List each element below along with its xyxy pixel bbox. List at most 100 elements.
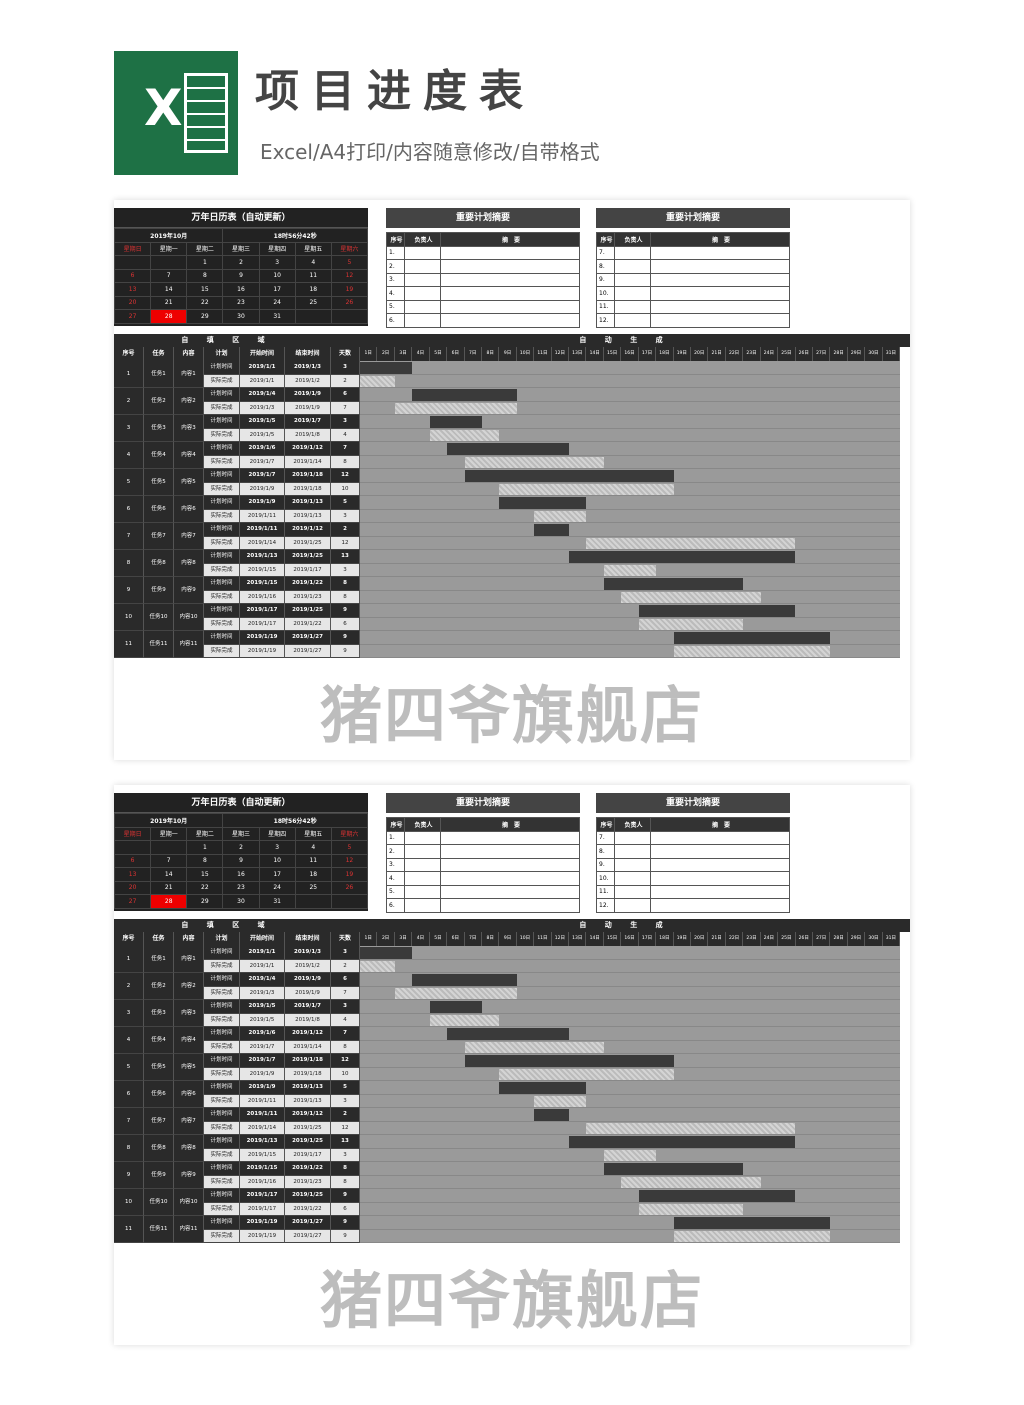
calendar-day[interactable]: 26 (330, 880, 369, 895)
calendar-day[interactable]: 11 (294, 853, 332, 868)
calendar-day[interactable]: 31 (258, 309, 296, 324)
summary-text-cell[interactable] (650, 857, 790, 872)
summary-text-cell[interactable] (650, 272, 790, 287)
calendar-day[interactable]: 23 (222, 880, 260, 895)
calendar-day[interactable]: 4 (294, 255, 332, 270)
summary-owner-cell[interactable] (614, 286, 651, 301)
summary-text-cell[interactable] (440, 830, 580, 845)
calendar-day[interactable]: 12 (330, 853, 369, 868)
calendar-day[interactable]: 8 (186, 268, 224, 283)
calendar-day[interactable]: 4 (294, 840, 332, 855)
calendar-day[interactable]: 31 (258, 894, 296, 909)
summary-owner-cell[interactable] (614, 259, 651, 274)
calendar-day[interactable]: 12 (330, 268, 369, 283)
summary-text-cell[interactable] (440, 313, 580, 328)
summary-text-cell[interactable] (440, 245, 580, 260)
calendar-day[interactable]: 5 (330, 840, 369, 855)
calendar-day[interactable]: 14 (150, 867, 188, 882)
summary-owner-cell[interactable] (404, 871, 441, 886)
summary-owner-cell[interactable] (404, 272, 441, 287)
summary-owner-cell[interactable] (404, 844, 441, 859)
calendar-day[interactable]: 8 (186, 853, 224, 868)
summary-owner-cell[interactable] (404, 313, 441, 328)
calendar-day[interactable]: 22 (186, 295, 224, 310)
calendar-day[interactable]: 9 (222, 268, 260, 283)
summary-text-cell[interactable] (440, 844, 580, 859)
summary-owner-cell[interactable] (614, 857, 651, 872)
summary-text-cell[interactable] (440, 857, 580, 872)
summary-owner-cell[interactable] (614, 884, 651, 899)
summary-owner-cell[interactable] (614, 313, 651, 328)
calendar-day[interactable]: 18 (294, 867, 332, 882)
summary-owner-cell[interactable] (404, 884, 441, 899)
summary-text-cell[interactable] (440, 259, 580, 274)
summary-text-cell[interactable] (650, 313, 790, 328)
calendar-day[interactable]: 29 (186, 309, 224, 324)
calendar-day[interactable]: 9 (222, 853, 260, 868)
summary-owner-cell[interactable] (614, 245, 651, 260)
calendar-day[interactable]: 15 (186, 282, 224, 297)
summary-owner-cell[interactable] (614, 299, 651, 314)
summary-text-cell[interactable] (440, 299, 580, 314)
calendar-day[interactable]: 2 (222, 840, 260, 855)
calendar-day[interactable]: 27 (114, 894, 152, 909)
calendar-day[interactable]: 16 (222, 867, 260, 882)
calendar-day[interactable]: 20 (114, 880, 152, 895)
calendar-day[interactable]: 19 (330, 282, 369, 297)
calendar-day[interactable]: 11 (294, 268, 332, 283)
summary-text-cell[interactable] (650, 245, 790, 260)
calendar-day[interactable]: 10 (258, 853, 296, 868)
summary-owner-cell[interactable] (404, 259, 441, 274)
calendar-day[interactable]: 3 (258, 255, 296, 270)
summary-text-cell[interactable] (650, 259, 790, 274)
summary-owner-cell[interactable] (404, 299, 441, 314)
calendar-day[interactable]: 27 (114, 309, 152, 324)
calendar-day[interactable]: 6 (114, 853, 152, 868)
calendar-day[interactable]: 14 (150, 282, 188, 297)
calendar-day[interactable]: 15 (186, 867, 224, 882)
summary-text-cell[interactable] (650, 844, 790, 859)
calendar-day[interactable]: 17 (258, 867, 296, 882)
summary-text-cell[interactable] (650, 299, 790, 314)
summary-owner-cell[interactable] (614, 830, 651, 845)
calendar-day[interactable]: 10 (258, 268, 296, 283)
summary-owner-cell[interactable] (614, 844, 651, 859)
calendar-day[interactable]: 7 (150, 268, 188, 283)
calendar-day[interactable]: 30 (222, 894, 260, 909)
calendar-day[interactable]: 18 (294, 282, 332, 297)
summary-text-cell[interactable] (440, 272, 580, 287)
summary-owner-cell[interactable] (404, 857, 441, 872)
summary-text-cell[interactable] (650, 871, 790, 886)
summary-text-cell[interactable] (650, 884, 790, 899)
calendar-day[interactable]: 6 (114, 268, 152, 283)
summary-text-cell[interactable] (650, 286, 790, 301)
calendar-day[interactable]: 7 (150, 853, 188, 868)
calendar-day[interactable]: 17 (258, 282, 296, 297)
calendar-day[interactable]: 3 (258, 840, 296, 855)
summary-owner-cell[interactable] (404, 898, 441, 913)
summary-owner-cell[interactable] (614, 272, 651, 287)
calendar-day[interactable]: 2 (222, 255, 260, 270)
summary-text-cell[interactable] (650, 898, 790, 913)
calendar-day[interactable]: 20 (114, 295, 152, 310)
summary-owner-cell[interactable] (614, 871, 651, 886)
calendar-day[interactable]: 23 (222, 295, 260, 310)
calendar-day[interactable]: 24 (258, 295, 296, 310)
calendar-day[interactable]: 30 (222, 309, 260, 324)
calendar-day[interactable]: 1 (186, 255, 224, 270)
calendar-day[interactable]: 13 (114, 282, 152, 297)
calendar-day[interactable]: 19 (330, 867, 369, 882)
summary-text-cell[interactable] (650, 830, 790, 845)
summary-owner-cell[interactable] (404, 286, 441, 301)
calendar-day[interactable]: 22 (186, 880, 224, 895)
calendar-day[interactable]: 16 (222, 282, 260, 297)
summary-owner-cell[interactable] (614, 898, 651, 913)
calendar-day[interactable]: 5 (330, 255, 369, 270)
calendar-day[interactable]: 1 (186, 840, 224, 855)
calendar-day[interactable]: 25 (294, 295, 332, 310)
calendar-day[interactable]: 21 (150, 880, 188, 895)
summary-owner-cell[interactable] (404, 830, 441, 845)
calendar-day[interactable]: 24 (258, 880, 296, 895)
calendar-day[interactable]: 26 (330, 295, 369, 310)
summary-owner-cell[interactable] (404, 245, 441, 260)
